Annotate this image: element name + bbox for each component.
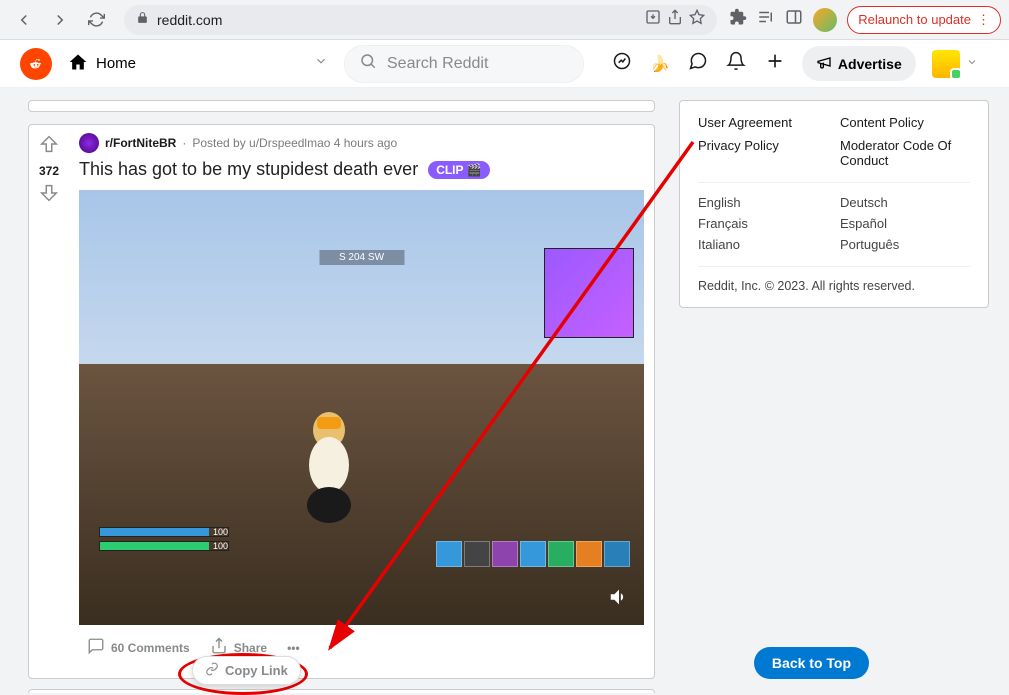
back-to-top-button[interactable]: Back to Top bbox=[754, 647, 869, 679]
sidebar: User Agreement Content Policy Privacy Po… bbox=[679, 100, 989, 681]
downvote-button[interactable] bbox=[38, 182, 60, 209]
popular-icon[interactable] bbox=[612, 51, 632, 76]
relaunch-button[interactable]: Relaunch to update⋮ bbox=[847, 6, 1001, 34]
address-bar[interactable]: reddit.com bbox=[124, 5, 717, 35]
lang-english[interactable]: English bbox=[698, 195, 828, 210]
video-player[interactable]: S 204 SW 100 100 bbox=[79, 190, 644, 625]
subreddit-icon[interactable] bbox=[79, 133, 99, 153]
footer-card: User Agreement Content Policy Privacy Po… bbox=[679, 100, 989, 308]
vote-count: 372 bbox=[39, 164, 59, 178]
privacy-policy-link[interactable]: Privacy Policy bbox=[698, 138, 828, 168]
banana-icon[interactable]: 🍌 bbox=[650, 54, 670, 74]
subreddit-link[interactable]: r/FortNiteBR bbox=[105, 136, 176, 150]
notifications-icon[interactable] bbox=[726, 51, 746, 76]
post-card: 372 r/FortNiteBR · Posted by u/Drspeedlm… bbox=[28, 124, 655, 679]
bookmark-icon[interactable] bbox=[689, 9, 705, 30]
playlist-icon[interactable] bbox=[757, 8, 775, 31]
post-actions: 60 Comments Share ••• bbox=[79, 625, 644, 670]
compass-hud: S 204 SW bbox=[319, 250, 404, 265]
post-card: r/phinvest · Pos 1018 3 hours ago bbox=[28, 689, 655, 693]
game-character bbox=[289, 405, 369, 525]
share-icon bbox=[210, 637, 228, 658]
lang-deutsch[interactable]: Deutsch bbox=[840, 195, 970, 210]
post-title[interactable]: This has got to be my stupidest death ev… bbox=[79, 159, 644, 180]
install-icon[interactable] bbox=[645, 9, 661, 30]
minimap-hud bbox=[544, 248, 634, 338]
content-policy-link[interactable]: Content Policy bbox=[840, 115, 970, 130]
side-panel-icon[interactable] bbox=[785, 8, 803, 31]
lang-francais[interactable]: Français bbox=[698, 216, 828, 231]
lang-portugues[interactable]: Português bbox=[840, 237, 970, 252]
previous-post-stub bbox=[28, 100, 655, 112]
extensions-icon[interactable] bbox=[729, 8, 747, 31]
user-agreement-link[interactable]: User Agreement bbox=[698, 115, 828, 130]
moderator-code-link[interactable]: Moderator Code Of Conduct bbox=[840, 138, 970, 168]
feed: 372 r/FortNiteBR · Posted by u/Drspeedlm… bbox=[28, 100, 655, 681]
url-text: reddit.com bbox=[157, 12, 222, 28]
copyright-text: Reddit, Inc. © 2023. All rights reserved… bbox=[698, 266, 970, 293]
browser-toolbar: reddit.com Relaunch to update⋮ bbox=[0, 0, 1009, 40]
chevron-down-icon[interactable] bbox=[314, 54, 328, 73]
home-icon bbox=[68, 52, 88, 76]
chat-icon[interactable] bbox=[688, 51, 708, 76]
item-slots-hud bbox=[436, 541, 630, 567]
share-page-icon[interactable] bbox=[667, 9, 683, 30]
back-button[interactable] bbox=[8, 4, 40, 36]
lang-italiano[interactable]: Italiano bbox=[698, 237, 828, 252]
search-input[interactable]: Search Reddit bbox=[344, 45, 584, 83]
advertise-label: Advertise bbox=[838, 56, 902, 72]
lang-espanol[interactable]: Español bbox=[840, 216, 970, 231]
reddit-logo[interactable] bbox=[20, 48, 52, 80]
create-post-icon[interactable] bbox=[764, 50, 786, 77]
forward-button[interactable] bbox=[44, 4, 76, 36]
profile-avatar[interactable] bbox=[813, 8, 837, 32]
search-placeholder: Search Reddit bbox=[387, 55, 488, 73]
comment-icon bbox=[87, 637, 105, 658]
comments-button[interactable]: 60 Comments bbox=[79, 631, 198, 664]
copy-link-tooltip[interactable]: Copy Link bbox=[192, 656, 301, 685]
search-icon bbox=[359, 52, 377, 75]
user-menu[interactable] bbox=[932, 50, 978, 78]
health-hud: 100 100 bbox=[99, 527, 229, 555]
megaphone-icon bbox=[816, 54, 832, 73]
reddit-header: Home Search Reddit 🍌 Advertise bbox=[0, 40, 1009, 88]
link-icon bbox=[205, 662, 219, 679]
clip-badge: CLIP 🎬 bbox=[428, 161, 489, 179]
upvote-button[interactable] bbox=[38, 133, 60, 160]
dots-icon: ••• bbox=[287, 641, 300, 655]
home-dropdown[interactable]: Home bbox=[68, 52, 136, 76]
post-meta: r/FortNiteBR · Posted by u/Drspeedlmao 4… bbox=[79, 133, 644, 153]
lock-icon bbox=[136, 11, 149, 29]
chevron-down-icon bbox=[966, 55, 978, 73]
volume-icon[interactable] bbox=[608, 586, 630, 613]
home-label: Home bbox=[96, 55, 136, 72]
menu-dots-icon: ⋮ bbox=[977, 12, 990, 28]
reload-button[interactable] bbox=[80, 4, 112, 36]
posted-by[interactable]: Posted by u/Drspeedlmao 4 hours ago bbox=[192, 136, 397, 150]
user-avatar bbox=[932, 50, 960, 78]
advertise-button[interactable]: Advertise bbox=[802, 46, 916, 81]
